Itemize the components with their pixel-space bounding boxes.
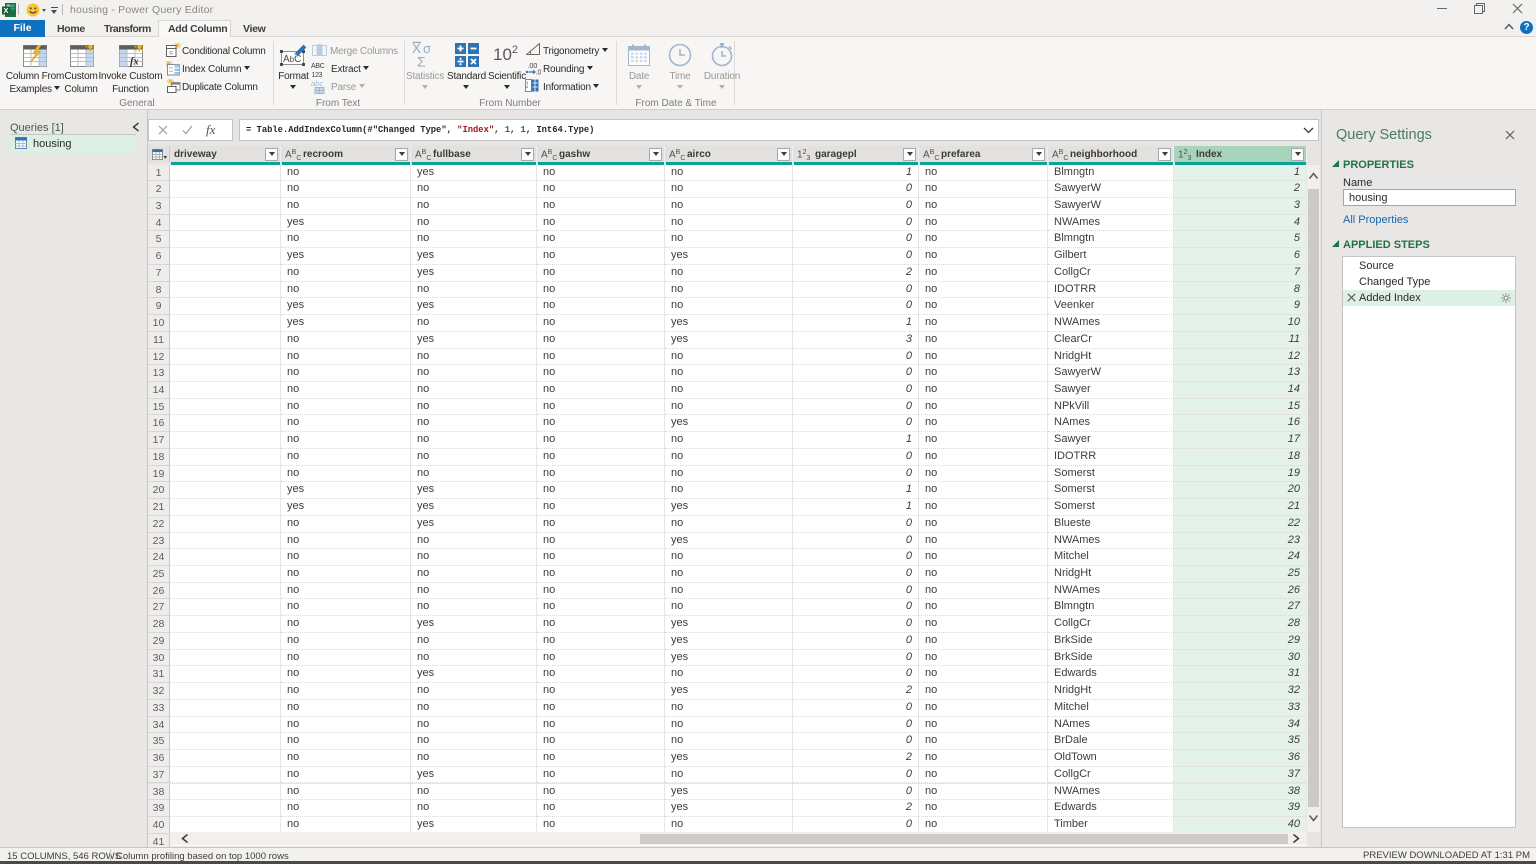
svg-text:fx: fx — [130, 57, 139, 68]
svg-text:abc: abc — [311, 79, 323, 88]
svg-text:123: 123 — [312, 72, 323, 79]
svg-text:Σ: Σ — [417, 54, 426, 69]
svg-text:.0: .0 — [536, 70, 542, 76]
svg-text:=: = — [169, 50, 173, 57]
svg-text:AbC: AbC — [283, 54, 301, 65]
svg-text:ABC: ABC — [311, 63, 325, 70]
svg-text:X: X — [3, 6, 8, 15]
